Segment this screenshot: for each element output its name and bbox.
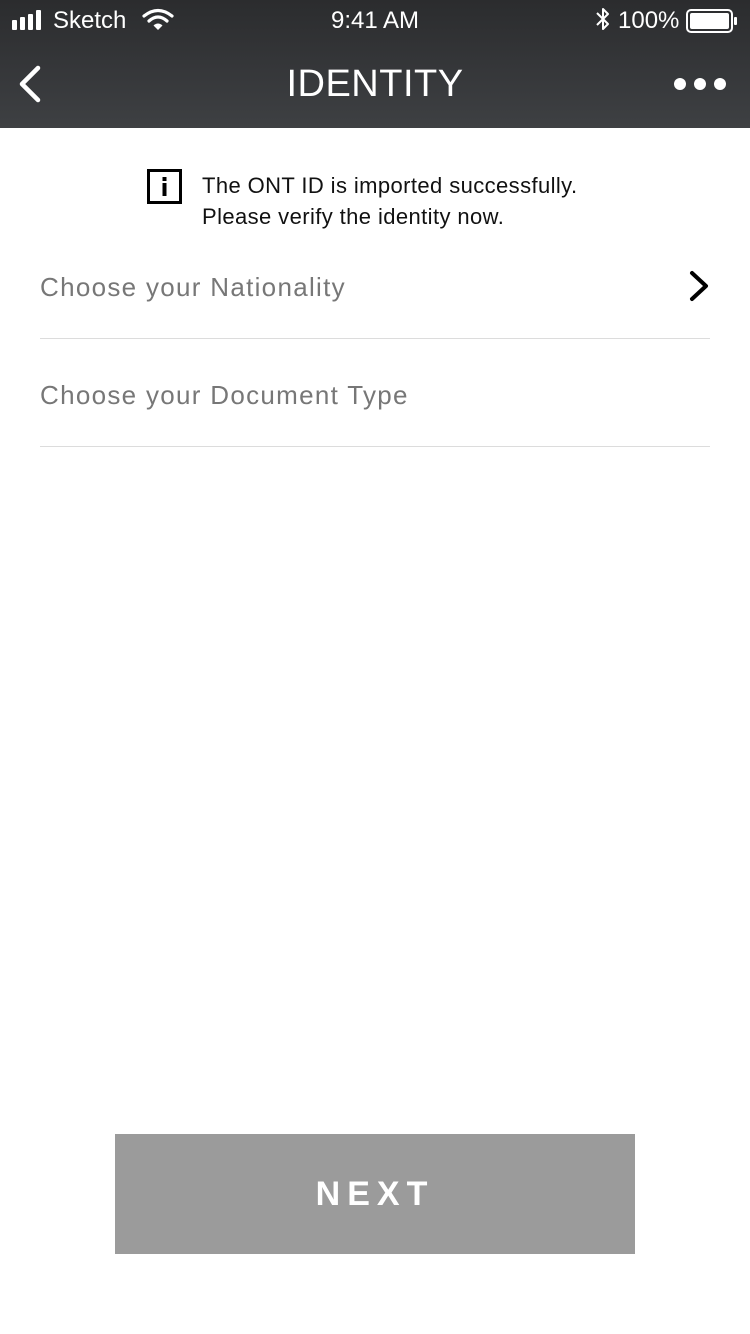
notice-line-2: Please verify the identity now. bbox=[202, 204, 505, 229]
nationality-selector[interactable]: Choose your Nationality bbox=[40, 230, 710, 339]
battery-icon bbox=[686, 9, 737, 33]
battery-percentage: 100% bbox=[618, 7, 680, 34]
info-icon bbox=[147, 169, 182, 204]
import-success-message: The ONT ID is imported successfully. Ple… bbox=[202, 170, 682, 232]
more-options-button[interactable] bbox=[672, 70, 728, 98]
notice-line-1: The ONT ID is imported successfully. bbox=[202, 173, 578, 198]
chevron-right-icon bbox=[690, 271, 708, 301]
document-type-selector[interactable]: Choose your Document Type bbox=[40, 338, 710, 447]
page-title: IDENTITY bbox=[286, 63, 464, 105]
app-header: Sketch 9:41 AM 100% IDENTITY bbox=[0, 0, 750, 128]
document-type-label: Choose your Document Type bbox=[40, 380, 409, 410]
next-button[interactable]: NEXT bbox=[115, 1134, 635, 1254]
status-bar: Sketch 9:41 AM 100% bbox=[0, 0, 750, 40]
bluetooth-icon bbox=[596, 8, 609, 30]
nationality-label: Choose your Nationality bbox=[40, 272, 346, 302]
